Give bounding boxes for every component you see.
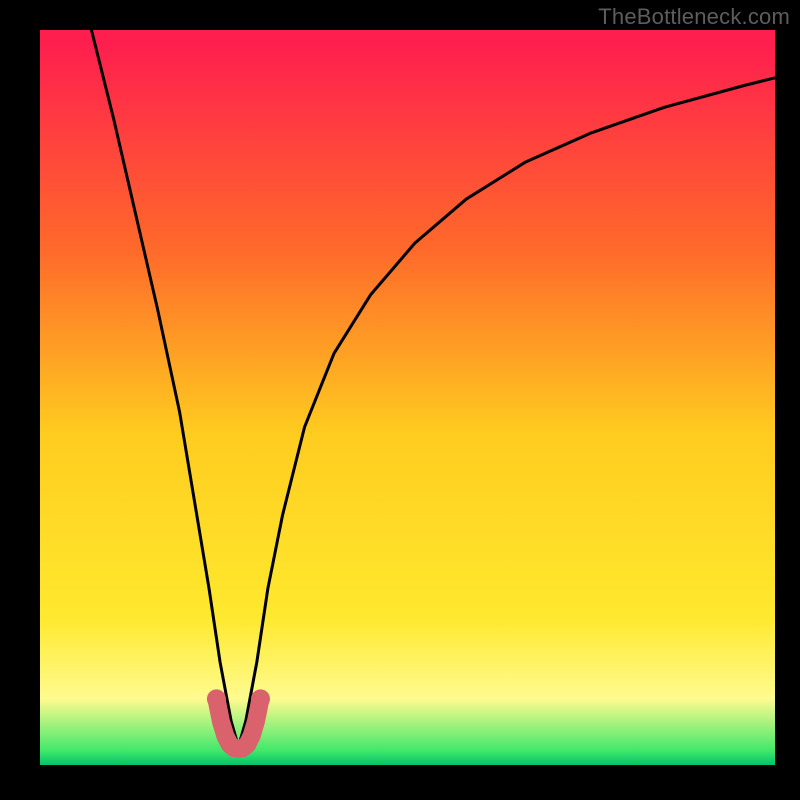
watermark-text: TheBottleneck.com — [598, 4, 790, 30]
chart-frame: TheBottleneck.com — [0, 0, 800, 800]
bottleneck-chart — [0, 0, 800, 800]
plot-background — [40, 30, 775, 765]
highlight-end-dot — [207, 689, 226, 708]
highlight-end-dot — [251, 689, 270, 708]
